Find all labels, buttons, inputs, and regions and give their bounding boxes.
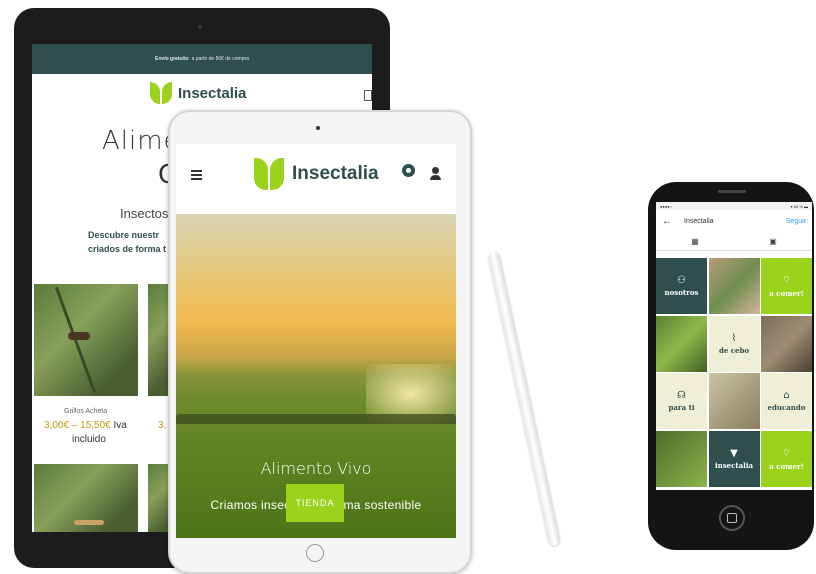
post-tile[interactable]: ☊ para ti (656, 373, 707, 429)
tile-label: educando (767, 403, 806, 412)
stem-decoration (54, 286, 97, 394)
product-image-grillos[interactable] (34, 284, 138, 396)
tile-label: nosotros (664, 288, 699, 297)
front-header: Insectalia (176, 144, 456, 214)
tagged-icon[interactable]: ▣ (769, 237, 777, 246)
cricket-icon (68, 332, 90, 340)
tile-label: de cebo (718, 345, 750, 355)
post-tile[interactable] (761, 315, 812, 372)
tienda-button[interactable]: TIENDA (286, 484, 344, 522)
tile-icon: ⌔ (781, 447, 792, 459)
stylus-pencil (487, 250, 562, 547)
tile-label: a comer! (769, 461, 804, 471)
post-tile[interactable] (656, 315, 707, 372)
tile-icon: ⌔ (781, 275, 792, 286)
leaf-logo-icon (162, 82, 172, 104)
post-tile[interactable]: ⌔ a comer! (761, 258, 812, 314)
leaf-logo-icon (254, 158, 268, 190)
front-tablet-camera (316, 126, 320, 130)
product-image-3[interactable] (34, 464, 138, 532)
phone-speaker (718, 190, 746, 193)
tile-icon: ☊ (677, 390, 686, 401)
back-logo-text: Insectalia (178, 84, 247, 102)
phone-screen: ●●●●○ ▾ 63 % ▬ ← Insectalia Seguir ▦ ▣ ⚇… (656, 202, 812, 490)
tile-icon: ⌂ (783, 390, 790, 401)
back-desc-line1: Descubre nuestr (88, 230, 160, 240)
back-arrow-icon[interactable]: ← (662, 216, 672, 227)
shipping-banner-text: a partir de 50€ de compra (191, 56, 249, 62)
cart-icon[interactable] (402, 164, 415, 177)
bag-icon[interactable] (364, 90, 372, 101)
tile-icon: ⚇ (677, 275, 686, 286)
user-icon[interactable] (432, 167, 439, 174)
treeline (176, 414, 456, 424)
front-logo[interactable]: Insectalia (254, 158, 379, 190)
user-icon-body (430, 175, 441, 180)
back-logo[interactable]: Insectalia (150, 82, 246, 104)
back-desc-line2: criados de forma t (88, 244, 167, 254)
product-price-range: 3,00€ – 15,50€ (44, 420, 111, 431)
post-tile[interactable]: ⚇ nosotros (656, 258, 707, 314)
post-tile[interactable]: ▼ insectalia (708, 430, 760, 487)
profile-name: Insectalia (684, 217, 714, 225)
post-tile[interactable] (656, 430, 707, 487)
post-grid: ⚇ nosotros ⌔ a comer! ⌇ de cebo ☊ para ti ⌂ educa… (656, 258, 812, 487)
menu-icon[interactable] (191, 170, 202, 172)
product-iva-included: incluido (72, 434, 106, 445)
post-tile[interactable]: ⌂ educando (761, 373, 812, 429)
tile-label: para ti (668, 403, 695, 412)
post-tile[interactable]: ⌇ de cebo (708, 315, 760, 372)
hero-title: Alimento Vivo (260, 459, 372, 478)
product-price: 3,00€ – 15,50€ Iva (44, 420, 127, 431)
tile-icon: ⌇ (731, 332, 737, 344)
worm-icon (74, 520, 104, 525)
tile-label: insectalia (714, 460, 754, 470)
front-tablet-home-button[interactable] (306, 544, 324, 562)
profile-tabs: ▦ ▣ (656, 232, 812, 251)
signal-icon: ●●●●○ (660, 203, 673, 209)
follow-button[interactable]: Seguir (786, 218, 806, 225)
shipping-banner-bold: Envío gratuito (155, 56, 189, 62)
leaf-logo-icon (150, 82, 160, 104)
battery-icon: ▾ 63 % ▬ (790, 203, 808, 209)
post-tile[interactable] (708, 258, 760, 314)
front-tablet-screen: Insectalia Alimento Vivo Criamos insecto… (176, 144, 456, 538)
grid-view-icon[interactable]: ▦ (691, 237, 699, 246)
cart-icon-center (406, 168, 411, 173)
leaf-logo-icon (270, 158, 284, 190)
product-price-partial: 3, (158, 420, 167, 431)
tile-label: a comer! (769, 289, 804, 298)
back-description: Descubre nuestr criados de forma t (88, 228, 166, 256)
front-logo-text: Insectalia (292, 163, 379, 184)
phone-status-bar: ●●●●○ ▾ 63 % ▬ (656, 202, 812, 210)
product-name: Grillos Acheta (64, 408, 108, 415)
product-iva: Iva (113, 420, 127, 431)
post-tile[interactable]: ⌔ a comer! (761, 430, 812, 487)
profile-nav: ← Insectalia Seguir (656, 210, 812, 232)
tile-icon: ▼ (730, 447, 738, 459)
shipping-banner: Envío gratuito a partir de 50€ de compra (32, 44, 372, 74)
home-square-icon (727, 513, 737, 523)
back-tablet-camera (198, 25, 202, 29)
post-tile[interactable] (708, 373, 760, 429)
